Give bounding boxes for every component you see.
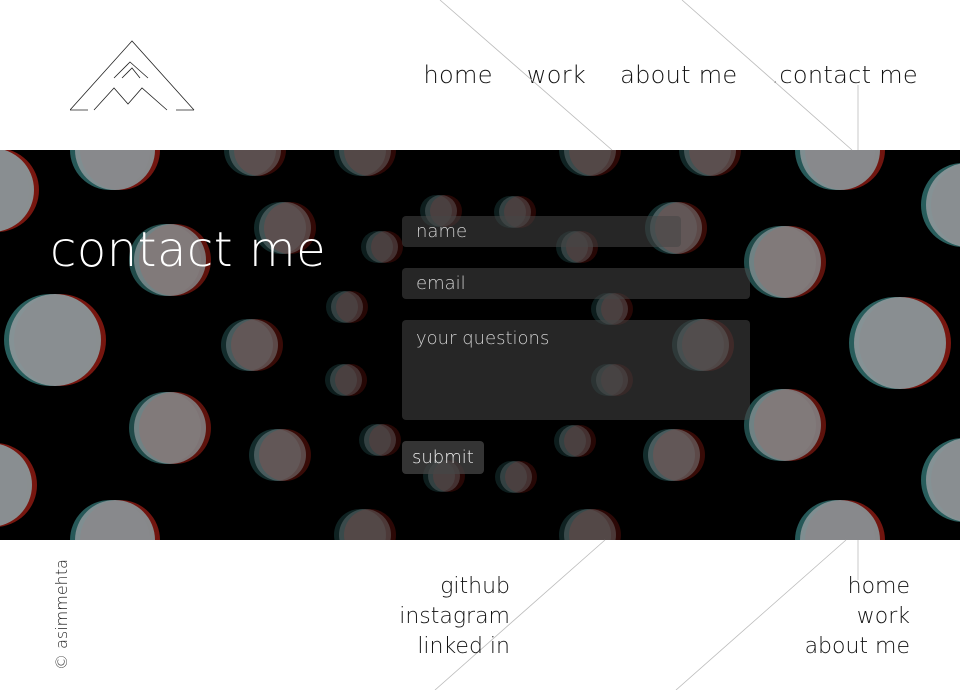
linkedin-link[interactable]: linked in xyxy=(399,632,510,662)
bokeh-circle xyxy=(854,297,946,389)
bokeh-circle xyxy=(926,163,960,247)
footer-nav-home[interactable]: home xyxy=(805,572,910,602)
bokeh-circle xyxy=(254,429,306,481)
bokeh-circle xyxy=(366,231,398,263)
bokeh-circle xyxy=(75,500,155,540)
instagram-link[interactable]: instagram xyxy=(399,602,510,632)
bokeh-circle xyxy=(134,392,206,464)
main-nav: home work about me .contact me xyxy=(424,61,918,89)
nav-home[interactable]: home xyxy=(424,61,493,89)
email-input[interactable] xyxy=(402,268,750,299)
bokeh-circle xyxy=(364,424,396,456)
contact-form: submit xyxy=(402,216,750,474)
copyright-text: © asimmehta xyxy=(52,559,71,670)
github-link[interactable]: github xyxy=(399,572,510,602)
name-input[interactable] xyxy=(402,216,681,247)
social-links: github instagram linked in xyxy=(399,572,510,662)
site-footer: © asimmehta github instagram linked in h… xyxy=(0,540,960,690)
nav-contact-me[interactable]: .contact me xyxy=(771,61,918,89)
page-title: contact me xyxy=(50,222,327,278)
bokeh-circle xyxy=(75,150,155,190)
bokeh-circle xyxy=(330,364,362,396)
contact-hero: contact me submit xyxy=(0,150,960,540)
nav-about-me[interactable]: about me xyxy=(620,61,737,89)
bokeh-circle xyxy=(749,389,821,461)
questions-textarea[interactable] xyxy=(402,320,750,420)
bokeh-circle xyxy=(9,294,101,386)
bokeh-circle xyxy=(0,444,32,526)
nav-work[interactable]: work xyxy=(527,61,586,89)
footer-nav-about-me[interactable]: about me xyxy=(805,632,910,662)
bokeh-circle xyxy=(331,291,363,323)
bokeh-circle xyxy=(926,438,960,522)
bokeh-circle xyxy=(0,150,34,232)
site-header: home work about me .contact me xyxy=(0,0,960,150)
submit-button[interactable]: submit xyxy=(402,441,484,474)
bokeh-circle xyxy=(800,150,880,190)
bokeh-circle xyxy=(226,319,278,371)
footer-nav-work[interactable]: work xyxy=(805,602,910,632)
footer-nav: home work about me xyxy=(805,572,910,662)
logo-icon xyxy=(70,40,195,111)
bokeh-circle xyxy=(749,226,821,298)
bokeh-circle xyxy=(800,500,880,540)
